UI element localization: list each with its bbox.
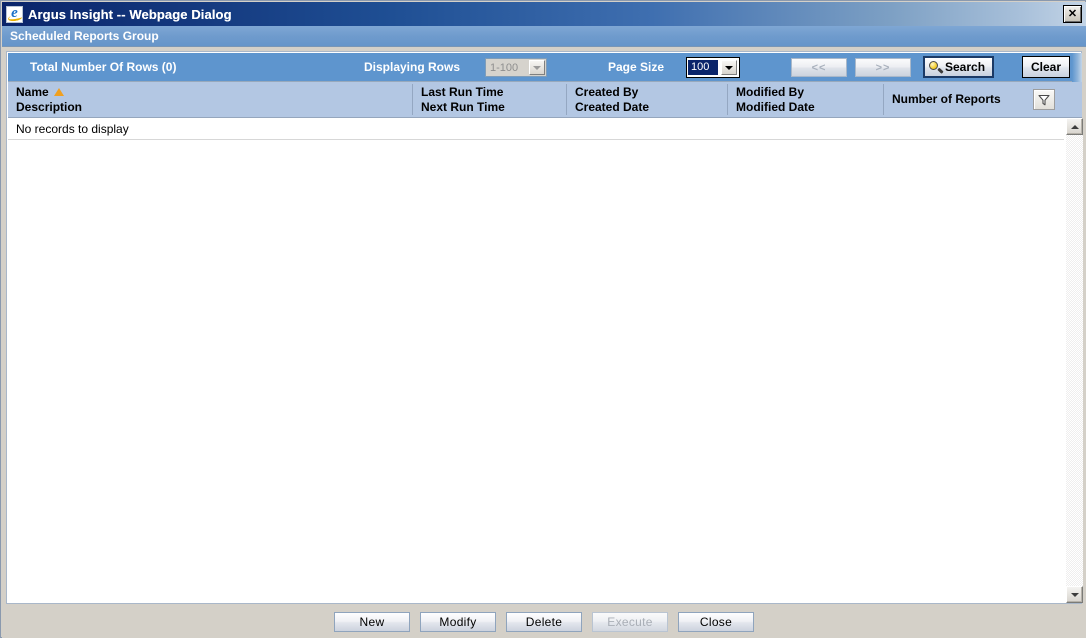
execute-button: Execute bbox=[592, 612, 668, 632]
displaying-rows-select[interactable]: 1-100 bbox=[485, 58, 547, 77]
page-size-label: Page Size bbox=[608, 60, 665, 74]
column-header-last-run-time-label: Last Run Time bbox=[421, 84, 504, 99]
column-header-number-of-reports-label: Number of Reports bbox=[892, 92, 1001, 106]
column-header-name-label: Name bbox=[16, 84, 49, 99]
title-bar: e Argus Insight -- Webpage Dialog ✕ bbox=[2, 2, 1086, 26]
next-page-button[interactable]: >> bbox=[855, 58, 911, 77]
internet-explorer-icon: e bbox=[6, 5, 23, 23]
clear-button-label: Clear bbox=[1031, 60, 1062, 74]
grid-header-row: Name Description Last Run Time Next Run … bbox=[8, 82, 1082, 118]
search-button[interactable]: Search bbox=[923, 56, 995, 78]
column-header-created-by-label: Created By bbox=[575, 84, 639, 99]
column-header-name[interactable]: Name Description bbox=[8, 82, 412, 117]
grid-body: No records to display bbox=[8, 118, 1083, 603]
scrollbar-track[interactable] bbox=[1066, 135, 1083, 586]
vertical-scrollbar[interactable] bbox=[1065, 118, 1083, 603]
column-header-modified-by[interactable]: Modified By Modified Date bbox=[728, 82, 883, 117]
displaying-rows-label: Displaying Rows bbox=[364, 60, 461, 74]
column-header-modified-date-label: Modified Date bbox=[736, 99, 815, 114]
total-rows-label: Total Number Of Rows (0) bbox=[30, 60, 177, 74]
filter-button[interactable] bbox=[1033, 89, 1055, 110]
scroll-up-button[interactable] bbox=[1066, 118, 1083, 135]
column-header-next-run-time-label: Next Run Time bbox=[421, 99, 505, 114]
grid-toolbar: Total Number Of Rows (0) Displaying Rows… bbox=[8, 53, 1082, 82]
column-header-created-date-label: Created Date bbox=[575, 99, 650, 114]
chevron-down-icon bbox=[721, 60, 737, 75]
page-size-value: 100 bbox=[686, 59, 720, 76]
column-header-last-run-time[interactable]: Last Run Time Next Run Time bbox=[413, 82, 566, 117]
grid-frame: Total Number Of Rows (0) Displaying Rows… bbox=[6, 51, 1083, 604]
magnifier-icon bbox=[929, 60, 944, 74]
clear-button[interactable]: Clear bbox=[1022, 56, 1071, 78]
sort-ascending-icon bbox=[53, 88, 64, 96]
modify-button[interactable]: Modify bbox=[420, 612, 496, 632]
scroll-down-button[interactable] bbox=[1066, 586, 1083, 603]
close-button[interactable]: Close bbox=[678, 612, 754, 632]
empty-state-message: No records to display bbox=[8, 118, 1064, 140]
delete-button[interactable]: Delete bbox=[506, 612, 582, 632]
page-size-select[interactable]: 100 bbox=[686, 57, 740, 78]
page-title: Scheduled Reports Group bbox=[10, 29, 159, 43]
column-header-description-label: Description bbox=[16, 99, 83, 114]
new-button[interactable]: New bbox=[334, 612, 410, 632]
webpage-dialog-window: e Argus Insight -- Webpage Dialog ✕ Sche… bbox=[0, 0, 1086, 638]
previous-page-button[interactable]: << bbox=[791, 58, 847, 77]
search-button-label: Search bbox=[945, 60, 986, 74]
column-header-modified-by-label: Modified By bbox=[736, 84, 804, 99]
dialog-footer: New Modify Delete Execute Close bbox=[6, 610, 1082, 634]
close-window-button[interactable]: ✕ bbox=[1063, 5, 1082, 23]
displaying-rows-value: 1-100 bbox=[490, 61, 519, 74]
column-header-created-by[interactable]: Created By Created Date bbox=[567, 82, 727, 117]
funnel-icon bbox=[1038, 94, 1050, 105]
page-heading-bar: Scheduled Reports Group bbox=[2, 26, 1086, 47]
window-title: Argus Insight -- Webpage Dialog bbox=[28, 6, 232, 22]
column-header-number-of-reports[interactable]: Number of Reports bbox=[884, 82, 1029, 117]
dialog-content: Total Number Of Rows (0) Displaying Rows… bbox=[2, 47, 1086, 638]
chevron-down-icon bbox=[529, 60, 545, 75]
